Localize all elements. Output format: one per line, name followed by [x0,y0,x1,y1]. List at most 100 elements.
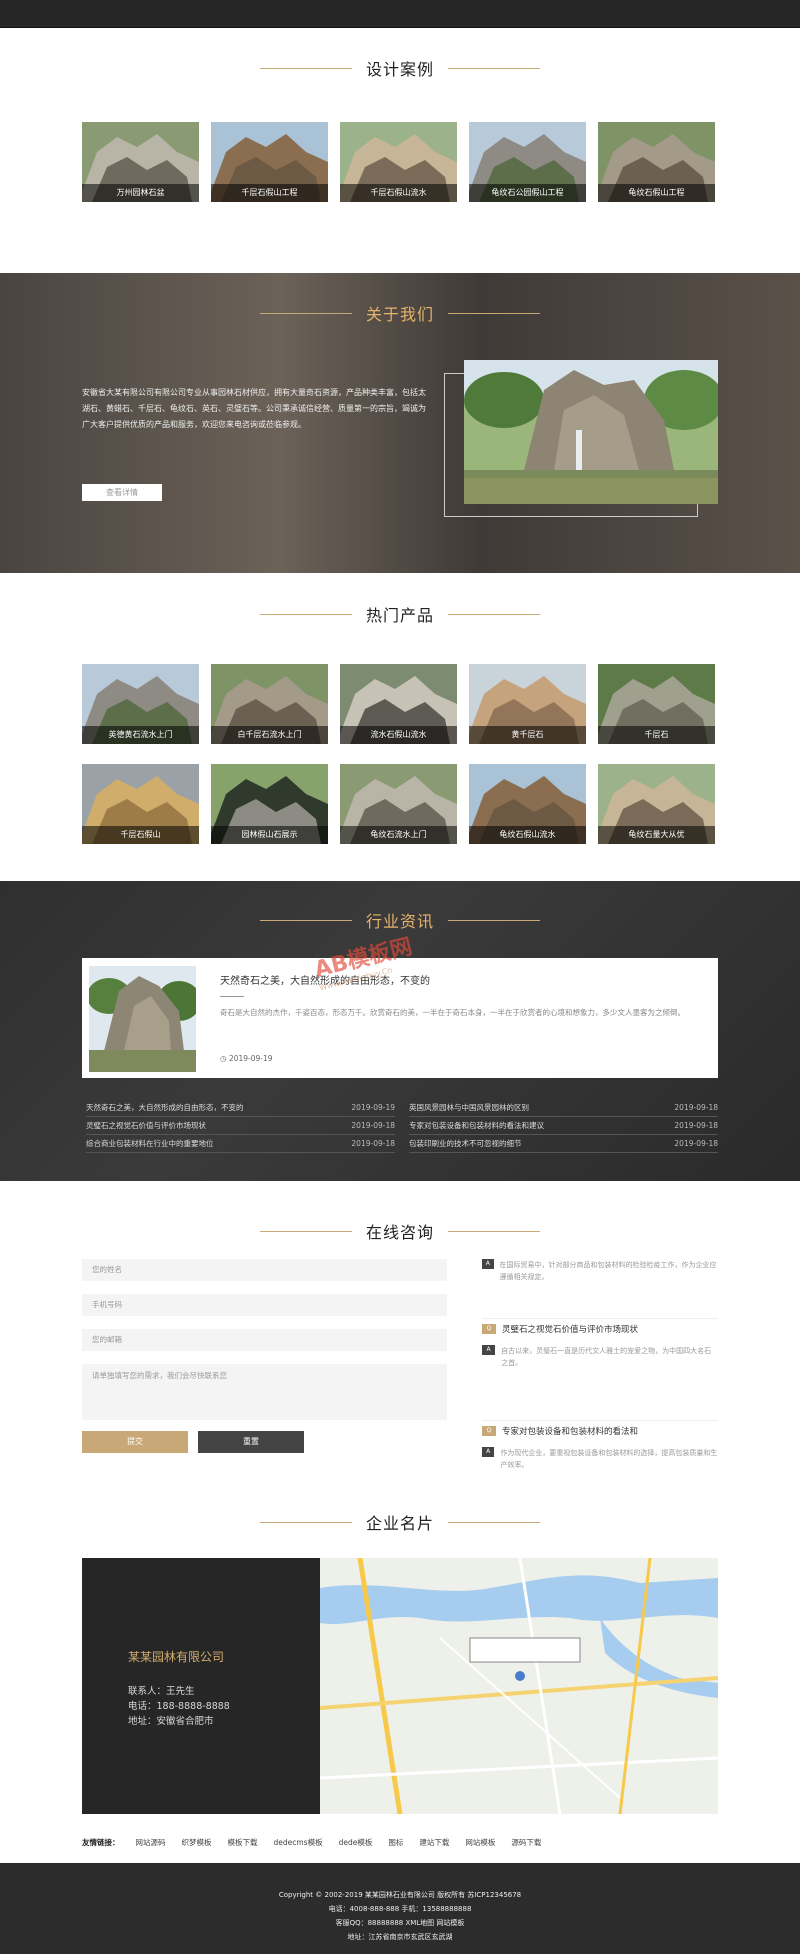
contact-person: 联系人：王先生 [128,1686,195,1697]
product-caption: 园林假山石展示 [211,826,328,844]
footer-qq: 客服QQ：88888888 XML地图 网站模板 [335,1919,465,1927]
case-caption: 千层石假山工程 [211,184,328,202]
product-caption: 龟纹石流水上门 [340,826,457,844]
footer-address: 地址：江苏省南京市玄武区玄武湖 [347,1933,453,1941]
reset-button[interactable]: 重置 [198,1431,304,1453]
product-card[interactable]: 流水石假山流水 [340,664,457,744]
consult-title: 在线咨询 [0,1219,800,1243]
question-icon: Q [482,1324,496,1334]
faq-question[interactable]: 专家对包装设备和包装材料的看法和 [502,1425,638,1437]
answer-icon: A [482,1447,495,1457]
news-date: 2019-09-18 [351,1121,395,1130]
friend-link[interactable]: dedecms模板 [274,1837,323,1848]
news-row[interactable]: 灵璧石之视觉石价值与评价市场现状 2019-09-18 [86,1117,395,1135]
faq-item[interactable]: Q A在国际贸易中，针对部分商品和包装材料的检验检疫工作，作为企业应遵循相关规定… [482,1259,718,1319]
news-row[interactable]: 包装印刷业的技术不可忽视的细节 2019-09-18 [409,1135,718,1153]
cases-title: 设计案例 [0,56,800,80]
product-card[interactable]: 千层石 [598,664,715,744]
product-card[interactable]: 龟纹石假山流水 [469,764,586,844]
product-card[interactable]: 龟纹石流水上门 [340,764,457,844]
case-caption: 千层石假山流水 [340,184,457,202]
footer-phone: 电话：4008-888-888 手机：13588888888 [328,1905,472,1913]
faq-question-row: Q 专家对包装设备和包装材料的看法和 [482,1421,718,1441]
faq-answer: 自古以来，灵璧石一直是历代文人雅士的宠爱之物，为中国四大名石之首。 [501,1347,712,1367]
friend-link[interactable]: 网站源码 [136,1837,166,1848]
case-card[interactable]: 千层石假山流水 [340,122,457,202]
news-title[interactable]: 英国风景园林与中国风景园林的区别 [409,1099,529,1116]
consult-form: 您的姓名 手机号码 您的邮箱 请单独填写您的需求，我们会尽快联系您 提交 重置 [82,1259,447,1453]
top-bar [0,0,800,28]
about-title: 关于我们 [0,301,800,325]
submit-button[interactable]: 提交 [82,1431,188,1453]
news-row[interactable]: 英国风景园林与中国风景园林的区别 2019-09-18 [409,1099,718,1117]
business-card: 某某园林有限公司 联系人：王先生 电话：188-8888-8888 地址：安徽省… [82,1558,320,1814]
friend-link[interactable]: 网站模板 [465,1837,495,1848]
product-caption: 白千层石流水上门 [211,726,328,744]
friend-link[interactable]: 建站下载 [419,1837,449,1848]
phone-field[interactable]: 手机号码 [82,1294,447,1316]
product-card[interactable]: 龟纹石量大从优 [598,764,715,844]
faq-answer-row: A 作为现代企业，要重视包装设备和包装材料的选择，提高包装质量和生产效率。 [482,1447,718,1469]
news-row[interactable]: 综合商业包装材料在行业中的重要地位 2019-09-18 [86,1135,395,1153]
location-map[interactable] [320,1558,718,1814]
product-card[interactable]: 白千层石流水上门 [211,664,328,744]
news-title[interactable]: 天然奇石之美，大自然形成的自由形态，不变的 [86,1099,244,1116]
news-title[interactable]: 专家对包装设备和包装材料的看法和建议 [409,1117,544,1134]
name-field[interactable]: 您的姓名 [82,1259,447,1281]
product-card[interactable]: 英德黄石流水上门 [82,664,199,744]
consult-section: 在线咨询 您的姓名 手机号码 您的邮箱 请单独填写您的需求，我们会尽快联系您 提… [0,1181,800,1496]
contact-address: 地址：安徽省合肥市 [128,1716,214,1727]
section-title: 热门产品 [365,606,434,625]
divider [220,996,244,997]
news-date: 2019-09-18 [674,1139,718,1148]
message-field[interactable]: 请单独填写您的需求，我们会尽快联系您 [82,1364,447,1420]
section-title: 设计案例 [365,60,434,79]
products-title: 热门产品 [0,602,800,626]
product-card[interactable]: 黄千层石 [469,664,586,744]
products-section: 热门产品 英德黄石流水上门 白千层石流水上门 流水石假山流水 黄千层石 千层石 … [0,602,800,844]
news-date: 2019-09-18 [351,1139,395,1148]
friend-link[interactable]: 模板下载 [228,1837,258,1848]
friend-link[interactable]: 源码下载 [511,1837,541,1848]
news-feature-date: ◷ 2019-09-19 [220,1054,273,1063]
case-card[interactable]: 龟纹石公园假山工程 [469,122,586,202]
faq-question-row: Q 灵璧石之视觉石价值与评价市场现状 [482,1319,718,1339]
news-title[interactable]: 灵璧石之视觉石价值与评价市场现状 [86,1117,206,1134]
friend-link[interactable]: 织梦模板 [182,1837,212,1848]
friend-link[interactable]: 图标 [388,1837,403,1848]
faq-item[interactable]: Q 专家对包装设备和包装材料的看法和 A 作为现代企业，要重视包装设备和包装材料的选… [482,1421,718,1469]
friend-link[interactable]: dede模板 [339,1837,373,1848]
case-card[interactable]: 万州园林石盆 [82,122,199,202]
question-icon: Q [482,1426,496,1436]
contact-info: 联系人：王先生 电话：188-8888-8888 地址：安徽省合肥市 [128,1684,230,1729]
faq-item[interactable]: Q 灵璧石之视觉石价值与评价市场现状 A 自古以来，灵璧石一直是历代文人雅士的宠爱之… [482,1319,718,1421]
news-row[interactable]: 专家对包装设备和包装材料的看法和建议 2019-09-18 [409,1117,718,1135]
contact-phone: 电话：188-8888-8888 [128,1701,230,1712]
email-field[interactable]: 您的邮箱 [82,1329,447,1351]
product-caption: 黄千层石 [469,726,586,744]
news-feature-image [89,966,196,1072]
product-caption: 龟纹石量大从优 [598,826,715,844]
about-section: 关于我们 安徽省大某有限公司有限公司专业从事园林石材供应，拥有大量奇石资源，产品… [0,273,800,573]
case-card[interactable]: 龟纹石假山工程 [598,122,715,202]
news-title[interactable]: 综合商业包装材料在行业中的重要地位 [86,1135,214,1152]
product-caption: 流水石假山流水 [340,726,457,744]
about-more-button[interactable]: 查看详情 [82,484,162,501]
product-card[interactable]: 园林假山石展示 [211,764,328,844]
product-caption: 千层石假山 [82,826,199,844]
news-feature[interactable]: 天然奇石之美，大自然形成的自由形态，不变的 奇石是大自然的杰作，千姿百态，形态万… [82,958,718,1078]
footer-copyright: Copyright © 2002-2019 某某园林石业有限公司 版权所有 苏I… [278,1891,522,1899]
product-card[interactable]: 千层石假山 [82,764,199,844]
faq-question[interactable]: 灵璧石之视觉石价值与评价市场现状 [502,1323,638,1335]
faq-answer-row: A 自古以来，灵璧石一直是历代文人雅士的宠爱之物，为中国四大名石之首。 [482,1345,718,1369]
news-date: 2019-09-18 [674,1103,718,1112]
product-caption: 千层石 [598,726,715,744]
case-caption: 龟纹石假山工程 [598,184,715,202]
news-feature-desc: 奇石是大自然的杰作，千姿百态，形态万千。欣赏奇石的美，一半在于奇石本身，一半在于… [220,1008,685,1017]
cases-grid: 万州园林石盆 千层石假山工程 千层石假山流水 龟纹石公园假山工程 龟纹石假山工程 [0,122,800,202]
news-list: 天然奇石之美，大自然形成的自由形态，不变的 2019-09-19 英国风景园林与中国… [86,1099,718,1153]
case-card[interactable]: 千层石假山工程 [211,122,328,202]
news-title[interactable]: 包装印刷业的技术不可忽视的细节 [409,1135,522,1152]
faq-answer-row: A 在国际贸易中，针对部分商品和包装材料的检验检疫工作，作为企业应遵循相关规定。 [482,1259,718,1283]
news-row[interactable]: 天然奇石之美，大自然形成的自由形态，不变的 2019-09-19 [86,1099,395,1117]
